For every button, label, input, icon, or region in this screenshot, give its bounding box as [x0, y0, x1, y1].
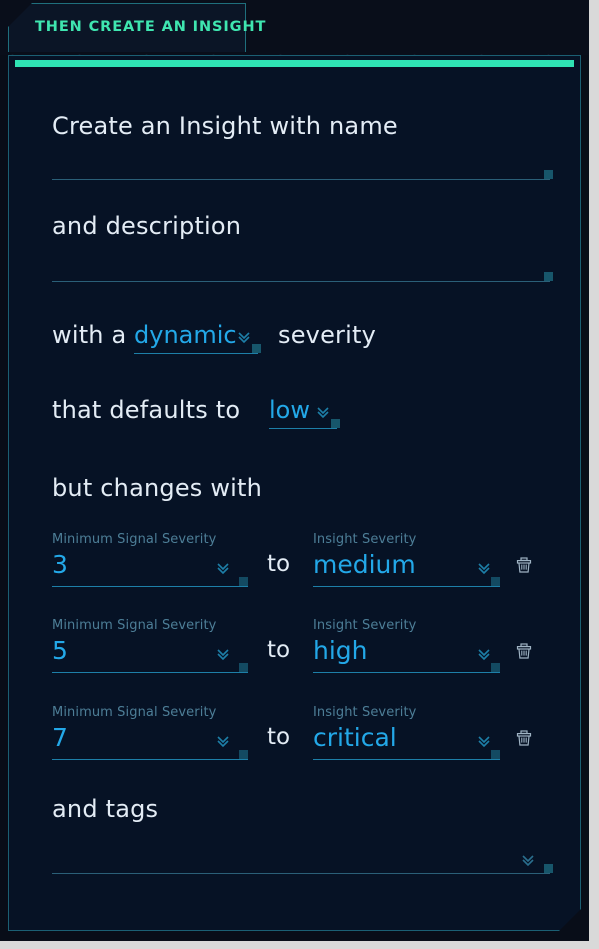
trash-icon[interactable] [514, 728, 534, 748]
insight-severity-handle[interactable] [491, 577, 500, 586]
trash-icon[interactable] [514, 555, 534, 575]
signal-severity-handle[interactable] [239, 577, 248, 586]
name-prompt: Create an Insight with name [52, 112, 398, 140]
chevron-double-down-icon[interactable] [215, 646, 231, 662]
signal-severity-label: Minimum Signal Severity [52, 618, 217, 633]
tab-label: THEN CREATE AN INSIGHT [35, 19, 267, 35]
insight-severity-label: Insight Severity [313, 705, 417, 720]
chevron-double-down-icon[interactable] [520, 852, 536, 868]
insight-severity-underline [313, 759, 500, 760]
default-severity-handle[interactable] [331, 419, 340, 428]
row-separator: to [267, 637, 291, 663]
description-input[interactable] [52, 281, 550, 282]
chevron-double-down-icon[interactable] [236, 329, 252, 345]
tab-bar: THEN CREATE AN INSIGHT [0, 0, 589, 55]
insight-severity-underline [313, 672, 500, 673]
signal-severity-underline [52, 759, 248, 760]
row-separator: to [267, 724, 291, 750]
severity-mode-prefix: with a [52, 321, 127, 349]
severity-mode-underline [134, 353, 258, 354]
signal-severity-underline [52, 586, 248, 587]
tags-prompt: and tags [52, 795, 159, 823]
chevron-double-down-icon[interactable] [215, 560, 231, 576]
signal-severity-handle[interactable] [239, 750, 248, 759]
insight-severity-value[interactable]: medium [313, 550, 416, 579]
chevron-double-down-icon[interactable] [476, 646, 492, 662]
insight-severity-handle[interactable] [491, 750, 500, 759]
signal-severity-handle[interactable] [239, 663, 248, 672]
insight-severity-label: Insight Severity [313, 618, 417, 633]
description-input-handle[interactable] [544, 272, 553, 281]
severity-mode-select-value[interactable]: dynamic [134, 321, 237, 349]
default-severity-prefix: that defaults to [52, 396, 241, 424]
tags-input[interactable] [52, 873, 550, 874]
insight-severity-value[interactable]: high [313, 636, 368, 665]
signal-severity-underline [52, 672, 248, 673]
name-input[interactable] [52, 179, 550, 180]
signal-severity-value[interactable]: 3 [52, 550, 68, 579]
severity-mode-handle[interactable] [252, 344, 261, 353]
insight-severity-value[interactable]: critical [313, 723, 397, 752]
chevron-double-down-icon[interactable] [315, 404, 331, 420]
changes-heading: but changes with [52, 474, 263, 502]
default-severity-underline [269, 428, 337, 429]
name-input-handle[interactable] [544, 170, 553, 179]
insight-severity-label: Insight Severity [313, 532, 417, 547]
chevron-double-down-icon[interactable] [215, 733, 231, 749]
row-separator: to [267, 551, 291, 577]
app-root: THEN CREATE AN INSIGHT Create an Insight… [0, 0, 589, 941]
insight-severity-handle[interactable] [491, 663, 500, 672]
signal-severity-value[interactable]: 5 [52, 636, 68, 665]
default-severity-select-value[interactable]: low [269, 396, 310, 424]
signal-severity-value[interactable]: 7 [52, 723, 68, 752]
chevron-double-down-icon[interactable] [476, 560, 492, 576]
trash-icon[interactable] [514, 641, 534, 661]
form-content: Create an Insight with name and descript… [8, 55, 581, 931]
signal-severity-label: Minimum Signal Severity [52, 532, 217, 547]
chevron-double-down-icon[interactable] [476, 733, 492, 749]
description-prompt: and description [52, 212, 242, 240]
insight-severity-underline [313, 586, 500, 587]
tags-input-handle[interactable] [544, 864, 553, 873]
severity-mode-suffix: severity [278, 321, 376, 349]
signal-severity-label: Minimum Signal Severity [52, 705, 217, 720]
